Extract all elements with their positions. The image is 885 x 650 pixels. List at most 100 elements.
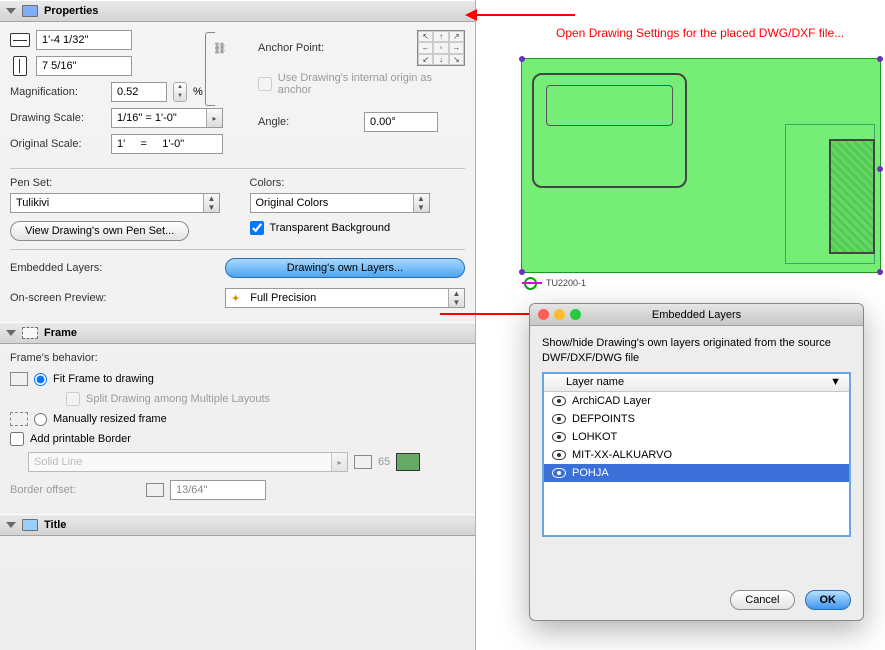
oscale-label: Original Scale: — [10, 138, 105, 150]
drawing-object — [532, 73, 687, 188]
minimize-icon[interactable] — [554, 309, 565, 320]
height-icon — [13, 56, 27, 76]
penset-value: Tulikivi — [11, 197, 54, 209]
preview-select[interactable]: ✦ Full Precision ▲▼ — [225, 288, 465, 308]
layer-name: ArchiCAD Layer — [572, 395, 651, 407]
manual-icon — [10, 412, 28, 426]
pen-value: 65 — [378, 456, 390, 468]
height-field[interactable] — [36, 56, 132, 76]
embedded-layers-dialog: Embedded Layers Show/hide Drawing's own … — [529, 303, 864, 621]
disclosure-icon — [6, 522, 16, 528]
drawing-label: TU2200-1 — [546, 278, 586, 288]
drawing-object-hatched — [829, 139, 875, 254]
selection-handle[interactable] — [519, 56, 525, 62]
eye-icon[interactable] — [552, 450, 566, 460]
dialog-titlebar[interactable]: Embedded Layers — [530, 304, 863, 326]
use-origin-checkbox — [258, 77, 272, 91]
disclosure-icon — [6, 330, 16, 336]
chevron-down-icon: ▼ — [830, 376, 841, 388]
section-header-properties[interactable]: Properties — [0, 0, 475, 22]
zoom-icon[interactable] — [570, 309, 581, 320]
use-origin-label: Use Drawing's internal origin as anchor — [278, 72, 465, 96]
dialog-description: Show/hide Drawing's own layers originate… — [542, 336, 851, 366]
border-color-swatch — [396, 453, 420, 471]
selection-handle[interactable] — [877, 56, 883, 62]
mag-field[interactable] — [111, 82, 167, 102]
eye-icon[interactable] — [552, 414, 566, 424]
border-offset-label: Border offset: — [10, 484, 140, 496]
layer-col-name: Layer name — [566, 376, 624, 388]
penset-select[interactable]: Tulikivi ▲▼ — [10, 193, 220, 213]
embedded-layers-button[interactable]: Drawing's own Layers... — [225, 258, 465, 278]
frame-icon — [22, 327, 38, 339]
mag-stepper[interactable]: ▲▼ — [173, 82, 187, 102]
percent-label: % — [193, 86, 203, 98]
angle-label: Angle: — [258, 116, 358, 128]
layer-row[interactable]: POHJA — [544, 464, 849, 482]
border-line-value: Solid Line — [29, 456, 87, 468]
layer-row[interactable]: MIT-XX-ALKUARVO — [544, 446, 849, 464]
colors-select[interactable]: Original Colors ▲▼ — [250, 193, 430, 213]
disclosure-icon — [6, 8, 16, 14]
transparent-checkbox[interactable] — [250, 221, 264, 235]
anchor-label: Anchor Point: — [258, 42, 324, 54]
eye-icon[interactable] — [552, 396, 566, 406]
section-header-frame[interactable]: Frame — [0, 322, 475, 344]
eye-icon[interactable] — [552, 468, 566, 478]
red-arrow-top — [475, 14, 575, 16]
section-header-title[interactable]: Title — [0, 514, 475, 536]
properties-body: Magnification: ▲▼ % ⛓ Drawing Scale: 1/1… — [0, 22, 475, 322]
layer-list-header[interactable]: Layer name ▼ — [544, 374, 849, 392]
layer-name: MIT-XX-ALKUARVO — [572, 449, 672, 461]
preview-value: Full Precision — [245, 292, 321, 304]
selection-handle[interactable] — [877, 269, 883, 275]
layer-row[interactable]: DEFPOINTS — [544, 410, 849, 428]
view-penset-button[interactable]: View Drawing's own Pen Set... — [10, 221, 189, 241]
layer-row[interactable]: ArchiCAD Layer — [544, 392, 849, 410]
preview-label: On-screen Preview: — [10, 292, 107, 304]
anchor-grid[interactable]: ↖↑↗ ←◦→ ↙↓↘ — [417, 30, 465, 66]
manual-frame-label: Manually resized frame — [53, 413, 167, 425]
frame-behavior-label: Frame's behavior: — [10, 352, 465, 364]
split-label: Split Drawing among Multiple Layouts — [86, 393, 270, 405]
cancel-button[interactable]: Cancel — [730, 590, 794, 610]
width-field[interactable] — [36, 30, 132, 50]
embedded-label: Embedded Layers: — [10, 262, 102, 274]
selection-handle[interactable] — [519, 269, 525, 275]
fit-frame-radio[interactable] — [34, 373, 47, 386]
printable-border-label: Add printable Border — [30, 433, 131, 445]
manual-frame-radio[interactable] — [34, 413, 47, 426]
offset-icon — [146, 483, 164, 497]
border-offset-field — [170, 480, 266, 500]
angle-field[interactable] — [364, 112, 438, 132]
eye-icon[interactable] — [552, 432, 566, 442]
pen-icon — [354, 455, 372, 469]
transparent-label: Transparent Background — [270, 222, 391, 234]
drawing-preview[interactable] — [521, 58, 881, 273]
properties-icon — [22, 5, 38, 17]
chain-link-icon[interactable]: ⛓ — [215, 30, 225, 66]
ok-button[interactable]: OK — [805, 590, 852, 610]
colors-value: Original Colors — [251, 197, 334, 209]
section-title: Title — [44, 519, 66, 531]
dialog-title: Embedded Layers — [652, 309, 741, 321]
layer-name: LOHKOT — [572, 431, 617, 443]
layer-name: POHJA — [572, 467, 609, 479]
border-line-select: Solid Line ▸ — [28, 452, 348, 472]
close-icon[interactable] — [538, 309, 549, 320]
dscale-field[interactable]: 1/16" = 1'-0" ▸ — [111, 108, 223, 128]
marker-handle[interactable] — [522, 282, 542, 284]
dscale-label: Drawing Scale: — [10, 112, 105, 124]
fit-icon — [10, 372, 28, 386]
layer-row[interactable]: LOHKOT — [544, 428, 849, 446]
printable-border-checkbox[interactable] — [10, 432, 24, 446]
title-icon — [22, 519, 38, 531]
selection-handle[interactable] — [877, 166, 883, 172]
oscale-field[interactable] — [111, 134, 223, 154]
section-title: Frame — [44, 327, 77, 339]
section-title: Properties — [44, 5, 98, 17]
layer-list[interactable]: Layer name ▼ ArchiCAD Layer DEFPOINTS LOHK… — [542, 372, 851, 537]
fit-frame-label: Fit Frame to drawing — [53, 373, 154, 385]
split-checkbox — [66, 392, 80, 406]
penset-label: Pen Set: — [10, 177, 226, 189]
